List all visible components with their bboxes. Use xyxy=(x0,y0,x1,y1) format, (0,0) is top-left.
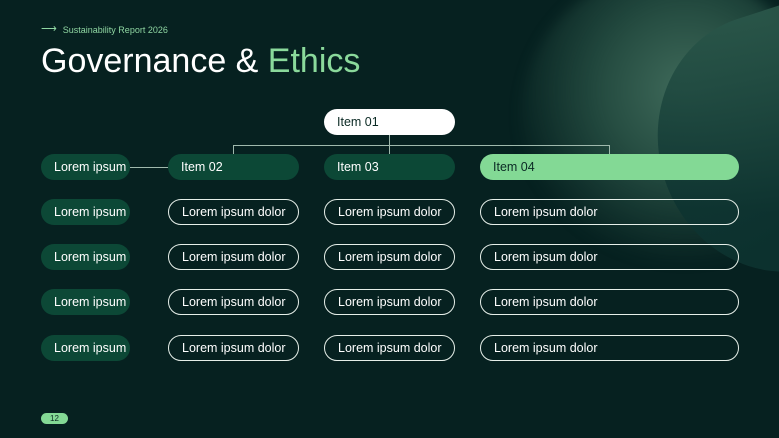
row-label-4: Lorem ipsum xyxy=(41,289,130,315)
cell-r4-c3: Lorem ipsum dolor xyxy=(480,335,739,361)
title-accent: Ethics xyxy=(267,42,361,80)
eyebrow-text: Sustainability Report 2026 xyxy=(62,24,168,35)
page-title: Governance & Ethics xyxy=(41,42,360,81)
cell-r2-c2: Lorem ipsum dolor xyxy=(324,244,455,270)
row-label-5: Lorem ipsum xyxy=(41,335,130,361)
title-main: Governance & xyxy=(41,42,268,80)
cell-r4-c2: Lorem ipsum dolor xyxy=(324,335,455,361)
eyebrow: ⟶ Sustainability Report 2026 xyxy=(41,24,168,35)
cell-r1-c1: Lorem ipsum dolor xyxy=(168,199,299,225)
connector-item-02 xyxy=(233,145,234,154)
cell-r1-c3: Lorem ipsum dolor xyxy=(480,199,739,225)
connector-row-label xyxy=(130,167,168,168)
node-item-03: Item 03 xyxy=(324,154,455,180)
cell-r1-c2: Lorem ipsum dolor xyxy=(324,199,455,225)
node-item-01: Item 01 xyxy=(324,109,455,135)
node-item-04: Item 04 xyxy=(480,154,739,180)
cell-r2-c3: Lorem ipsum dolor xyxy=(480,244,739,270)
connector-horizontal xyxy=(233,145,610,146)
row-label-1: Lorem ipsum xyxy=(41,154,130,180)
node-item-02: Item 02 xyxy=(168,154,299,180)
cell-r3-c3: Lorem ipsum dolor xyxy=(480,289,739,315)
connector-item-04 xyxy=(609,145,610,154)
cell-r3-c2: Lorem ipsum dolor xyxy=(324,289,455,315)
page-number: 12 xyxy=(41,413,68,424)
cell-r4-c1: Lorem ipsum dolor xyxy=(168,335,299,361)
row-label-2: Lorem ipsum xyxy=(41,199,130,225)
connector-item-03 xyxy=(389,145,390,154)
cell-r3-c1: Lorem ipsum dolor xyxy=(168,289,299,315)
slide: ⟶ Sustainability Report 2026 Governance … xyxy=(0,0,779,438)
row-label-3: Lorem ipsum xyxy=(41,244,130,270)
arrow-right-icon: ⟶ xyxy=(41,23,57,35)
cell-r2-c1: Lorem ipsum dolor xyxy=(168,244,299,270)
